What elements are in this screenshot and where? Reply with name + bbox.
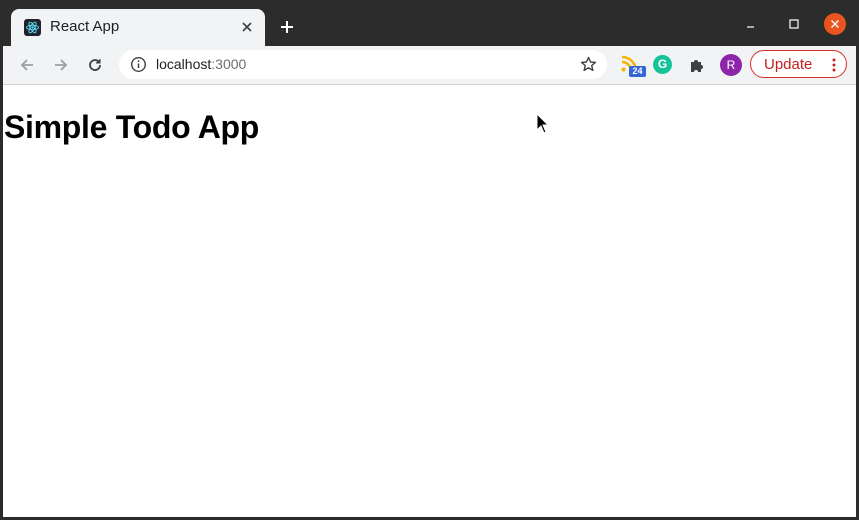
update-button[interactable]: Update xyxy=(750,50,847,78)
close-tab-icon[interactable] xyxy=(239,19,255,35)
browser-window: React App localhost:3000 24 G R Update S… xyxy=(0,0,859,520)
browser-toolbar: localhost:3000 24 G R Update xyxy=(3,46,856,85)
tab-react-app[interactable]: React App xyxy=(11,9,265,46)
rss-count-badge: 24 xyxy=(629,66,646,77)
tab-strip: React App xyxy=(0,0,859,46)
maximize-icon[interactable] xyxy=(784,14,804,34)
info-icon[interactable] xyxy=(130,56,147,73)
page-viewport: Simple Todo App xyxy=(3,85,856,517)
url-host: localhost xyxy=(156,56,212,72)
close-window-icon[interactable] xyxy=(824,13,846,35)
rss-extension-icon[interactable]: 24 xyxy=(619,54,646,78)
mouse-cursor-icon xyxy=(536,112,550,135)
reload-icon[interactable] xyxy=(85,55,105,75)
forward-arrow-icon[interactable] xyxy=(51,55,71,75)
grammarly-letter: G xyxy=(657,57,668,71)
profile-avatar[interactable]: R xyxy=(720,54,742,76)
url-text: localhost:3000 xyxy=(156,56,246,72)
new-tab-icon[interactable] xyxy=(278,18,296,36)
update-label: Update xyxy=(764,56,813,73)
react-logo-icon xyxy=(24,19,41,36)
extensions-puzzle-icon[interactable] xyxy=(687,55,707,75)
grammarly-extension-icon[interactable]: G xyxy=(653,55,672,74)
tab-title: React App xyxy=(50,18,120,35)
minimize-icon[interactable] xyxy=(741,14,761,34)
url-port: :3000 xyxy=(211,56,247,72)
address-bar[interactable]: localhost:3000 xyxy=(119,50,607,79)
bookmark-star-icon[interactable] xyxy=(579,55,598,74)
more-vertical-icon[interactable] xyxy=(831,57,837,73)
back-arrow-icon[interactable] xyxy=(17,55,37,75)
page-heading: Simple Todo App xyxy=(4,109,260,145)
